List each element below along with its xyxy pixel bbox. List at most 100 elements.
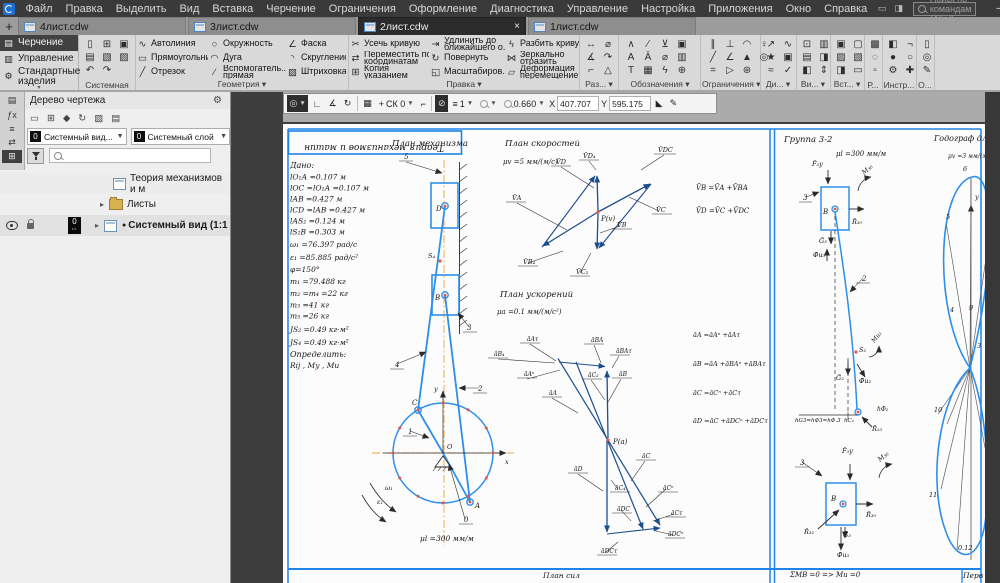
tree-item-system-view[interactable]: 0 ▸ ● Системный вид (1:1 (0, 215, 230, 236)
rounding-button[interactable]: ⊘ (435, 95, 448, 112)
o-tool-icon[interactable]: ◎ (920, 51, 934, 63)
section-label-diagnostics[interactable]: Ди... ▾ (760, 79, 796, 90)
dimension-tool-icon[interactable]: ⌐ (584, 64, 598, 76)
annotation-tool-icon[interactable]: ⊻ (658, 38, 672, 50)
constraint-tool-icon[interactable]: ∥ (706, 38, 720, 50)
layers-panel-icon[interactable]: ≡ (2, 122, 22, 135)
drawing-tree-panel-icon[interactable]: ⊞ (2, 150, 22, 163)
view-tool-icon[interactable]: ▤ (800, 51, 814, 63)
mode-management[interactable]: ▥ Управление (0, 51, 78, 67)
show-document-icon[interactable]: ◨ (890, 3, 907, 14)
zoom-value-combo[interactable]: 0.660▼ (501, 95, 547, 112)
diagnostic-tool-icon[interactable]: ↗ (764, 38, 778, 50)
menu-item[interactable]: Черчение (260, 3, 323, 15)
diagnostic-tool-icon[interactable]: ▣ (781, 51, 795, 63)
gear-icon[interactable]: ⚙ (213, 95, 222, 106)
view-tool-icon[interactable]: ◧ (800, 64, 814, 76)
section-label-system[interactable]: Системная (79, 80, 135, 90)
minimize-button[interactable]: – (988, 3, 1000, 14)
annotation-tool-icon[interactable]: ⌀ (658, 51, 672, 63)
expand-arrow-icon[interactable]: ▸ (95, 221, 104, 230)
instrument-tool-icon[interactable]: ◧ (886, 38, 900, 50)
section-label-r-section[interactable]: Р... (864, 80, 882, 90)
trim-curve-tool[interactable]: ✂ Усечь кривую (349, 37, 429, 51)
drawing-canvas[interactable]: ◎▼ ∟ ∡ ↻ ▦ +СК 0▼ ⌐ ⊘ ≡1▼ ▼ 0.660▼ X 407… (230, 92, 1000, 583)
menu-item[interactable]: Файл (19, 3, 59, 15)
scale-tool[interactable]: ◱ Масштабиров... (429, 65, 505, 79)
constraint-tool-icon[interactable]: ⊥ (723, 38, 737, 50)
constraint-tool-icon[interactable]: ╱ (706, 51, 720, 63)
constraint-tool-icon[interactable]: ⊛ (740, 64, 754, 76)
section-label-edit[interactable]: Правка ▾ (349, 79, 579, 90)
annotation-tool-icon[interactable]: ∧ (624, 38, 638, 50)
tree-layer-icon[interactable]: ◆ (63, 113, 70, 124)
set-square-icon[interactable]: ◣ (653, 95, 665, 112)
constraint-tool-icon[interactable]: = (706, 64, 720, 76)
current-layer-combo[interactable]: 0 Системный слой ▼ (131, 128, 231, 145)
dimension-tool-icon[interactable]: ∡ (584, 51, 598, 63)
annotation-tool-icon[interactable]: Ā (641, 51, 655, 63)
arc-tool[interactable]: ◠ Дуга (208, 51, 286, 65)
insert-image-icon[interactable]: ▨ (834, 51, 848, 63)
document-tab[interactable]: 1лист.cdw (528, 17, 696, 35)
snaps-button[interactable]: ◎▼ (287, 95, 308, 112)
section-label-dimensions[interactable]: Раз... ▾ (580, 79, 618, 90)
annotation-tool-icon[interactable]: ∕ (641, 38, 655, 50)
save-icon[interactable]: ▣ (117, 38, 131, 50)
r-tool-icon[interactable]: ▩ (868, 38, 882, 50)
section-label-views[interactable]: Ви... ▾ (796, 79, 830, 90)
dimension-tool-icon[interactable]: △ (601, 64, 615, 76)
tree-view-icon[interactable]: ▭ (30, 113, 39, 124)
undo-icon[interactable]: ↶ (83, 64, 97, 76)
constraint-tool-icon[interactable]: ◠ (740, 38, 754, 50)
o-tool-icon[interactable]: ▯ (920, 38, 934, 50)
menu-item[interactable]: Вид (173, 3, 206, 15)
copy-by-point-tool[interactable]: ⊞ Копияуказанием (349, 65, 429, 79)
menu-item[interactable]: Приложения (702, 3, 779, 15)
collapse-ribbon-icon[interactable]: ▾ (0, 84, 78, 91)
grid-icon[interactable]: ▦ (361, 95, 375, 112)
dimension-tool-icon[interactable]: ⌀ (601, 38, 615, 50)
history-panel-icon[interactable]: ⇄ (2, 136, 22, 149)
instrument-tool-icon[interactable]: ¬ (903, 38, 917, 50)
construction-line-tool[interactable]: ⁄ Вспомогатель...прямая (208, 65, 286, 79)
view-tool-icon[interactable]: ◨ (817, 51, 831, 63)
document-tab[interactable]: 4лист.cdw (18, 17, 186, 35)
tab-close-icon[interactable]: × (514, 21, 520, 32)
tree-structure-icon[interactable]: ⊞ (47, 113, 55, 124)
redo-icon[interactable]: ↷ (100, 64, 114, 76)
insert-tool-icon[interactable]: ▣ (834, 38, 848, 50)
annotation-tool-icon[interactable]: ▣ (675, 38, 689, 50)
chamfer-tool[interactable]: ∠ Фаска (286, 37, 346, 51)
menu-item[interactable]: Выделить (109, 3, 173, 15)
mode-drawing[interactable]: ▤ Черчение (0, 35, 78, 51)
dimension-tool-icon[interactable]: ↷ (601, 51, 615, 63)
lock-icon[interactable] (27, 223, 34, 229)
autoline-tool[interactable]: ∿ Автолиния (136, 37, 208, 51)
tree-image-icon[interactable]: ▨ (94, 113, 103, 124)
tree-item-sheets[interactable]: ▸ Листы (0, 194, 230, 215)
insert-tool-icon[interactable]: ▢ (851, 38, 865, 50)
section-label-instruments[interactable]: Инстр... (882, 80, 916, 90)
pen-icon[interactable]: ✎ (667, 95, 680, 112)
diagnostic-tool-icon[interactable]: ≈ (764, 64, 778, 76)
layout-icon[interactable]: ▭ (874, 3, 891, 14)
constraint-tool-icon[interactable]: ∠ (723, 51, 737, 63)
move-by-coords-tool[interactable]: ⇄ Переместить покоординатам (349, 51, 429, 65)
diagnostic-tool-icon[interactable]: ✓ (781, 64, 795, 76)
parameters-panel-icon[interactable]: ▤ (2, 94, 22, 107)
deform-move-tool[interactable]: ▱ Деформацияперемещением (505, 65, 579, 79)
fillet-tool[interactable]: ◝ Скругление (286, 51, 346, 65)
annotation-tool-icon[interactable]: ϟ (658, 64, 672, 76)
annotation-tool-icon[interactable]: ⊕ (675, 64, 689, 76)
section-label-geometry[interactable]: Геометрия ▾ (136, 79, 348, 90)
menu-item[interactable]: Вставка (206, 3, 260, 15)
current-view-combo[interactable]: 0 Системный вид... ▼ (27, 128, 127, 145)
table-tool-icon[interactable]: ▦ (641, 64, 655, 76)
y-coordinate-field[interactable]: 595.175 (609, 96, 651, 111)
export-icon[interactable]: ▨ (117, 51, 131, 63)
extend-tool[interactable]: ⇥ Удлинить доближайшего о... (429, 37, 505, 51)
angle-value-icon[interactable]: ∡ (326, 95, 339, 112)
rotate-snap-icon[interactable]: ↻ (341, 95, 354, 112)
menu-item[interactable]: Правка (59, 3, 109, 15)
